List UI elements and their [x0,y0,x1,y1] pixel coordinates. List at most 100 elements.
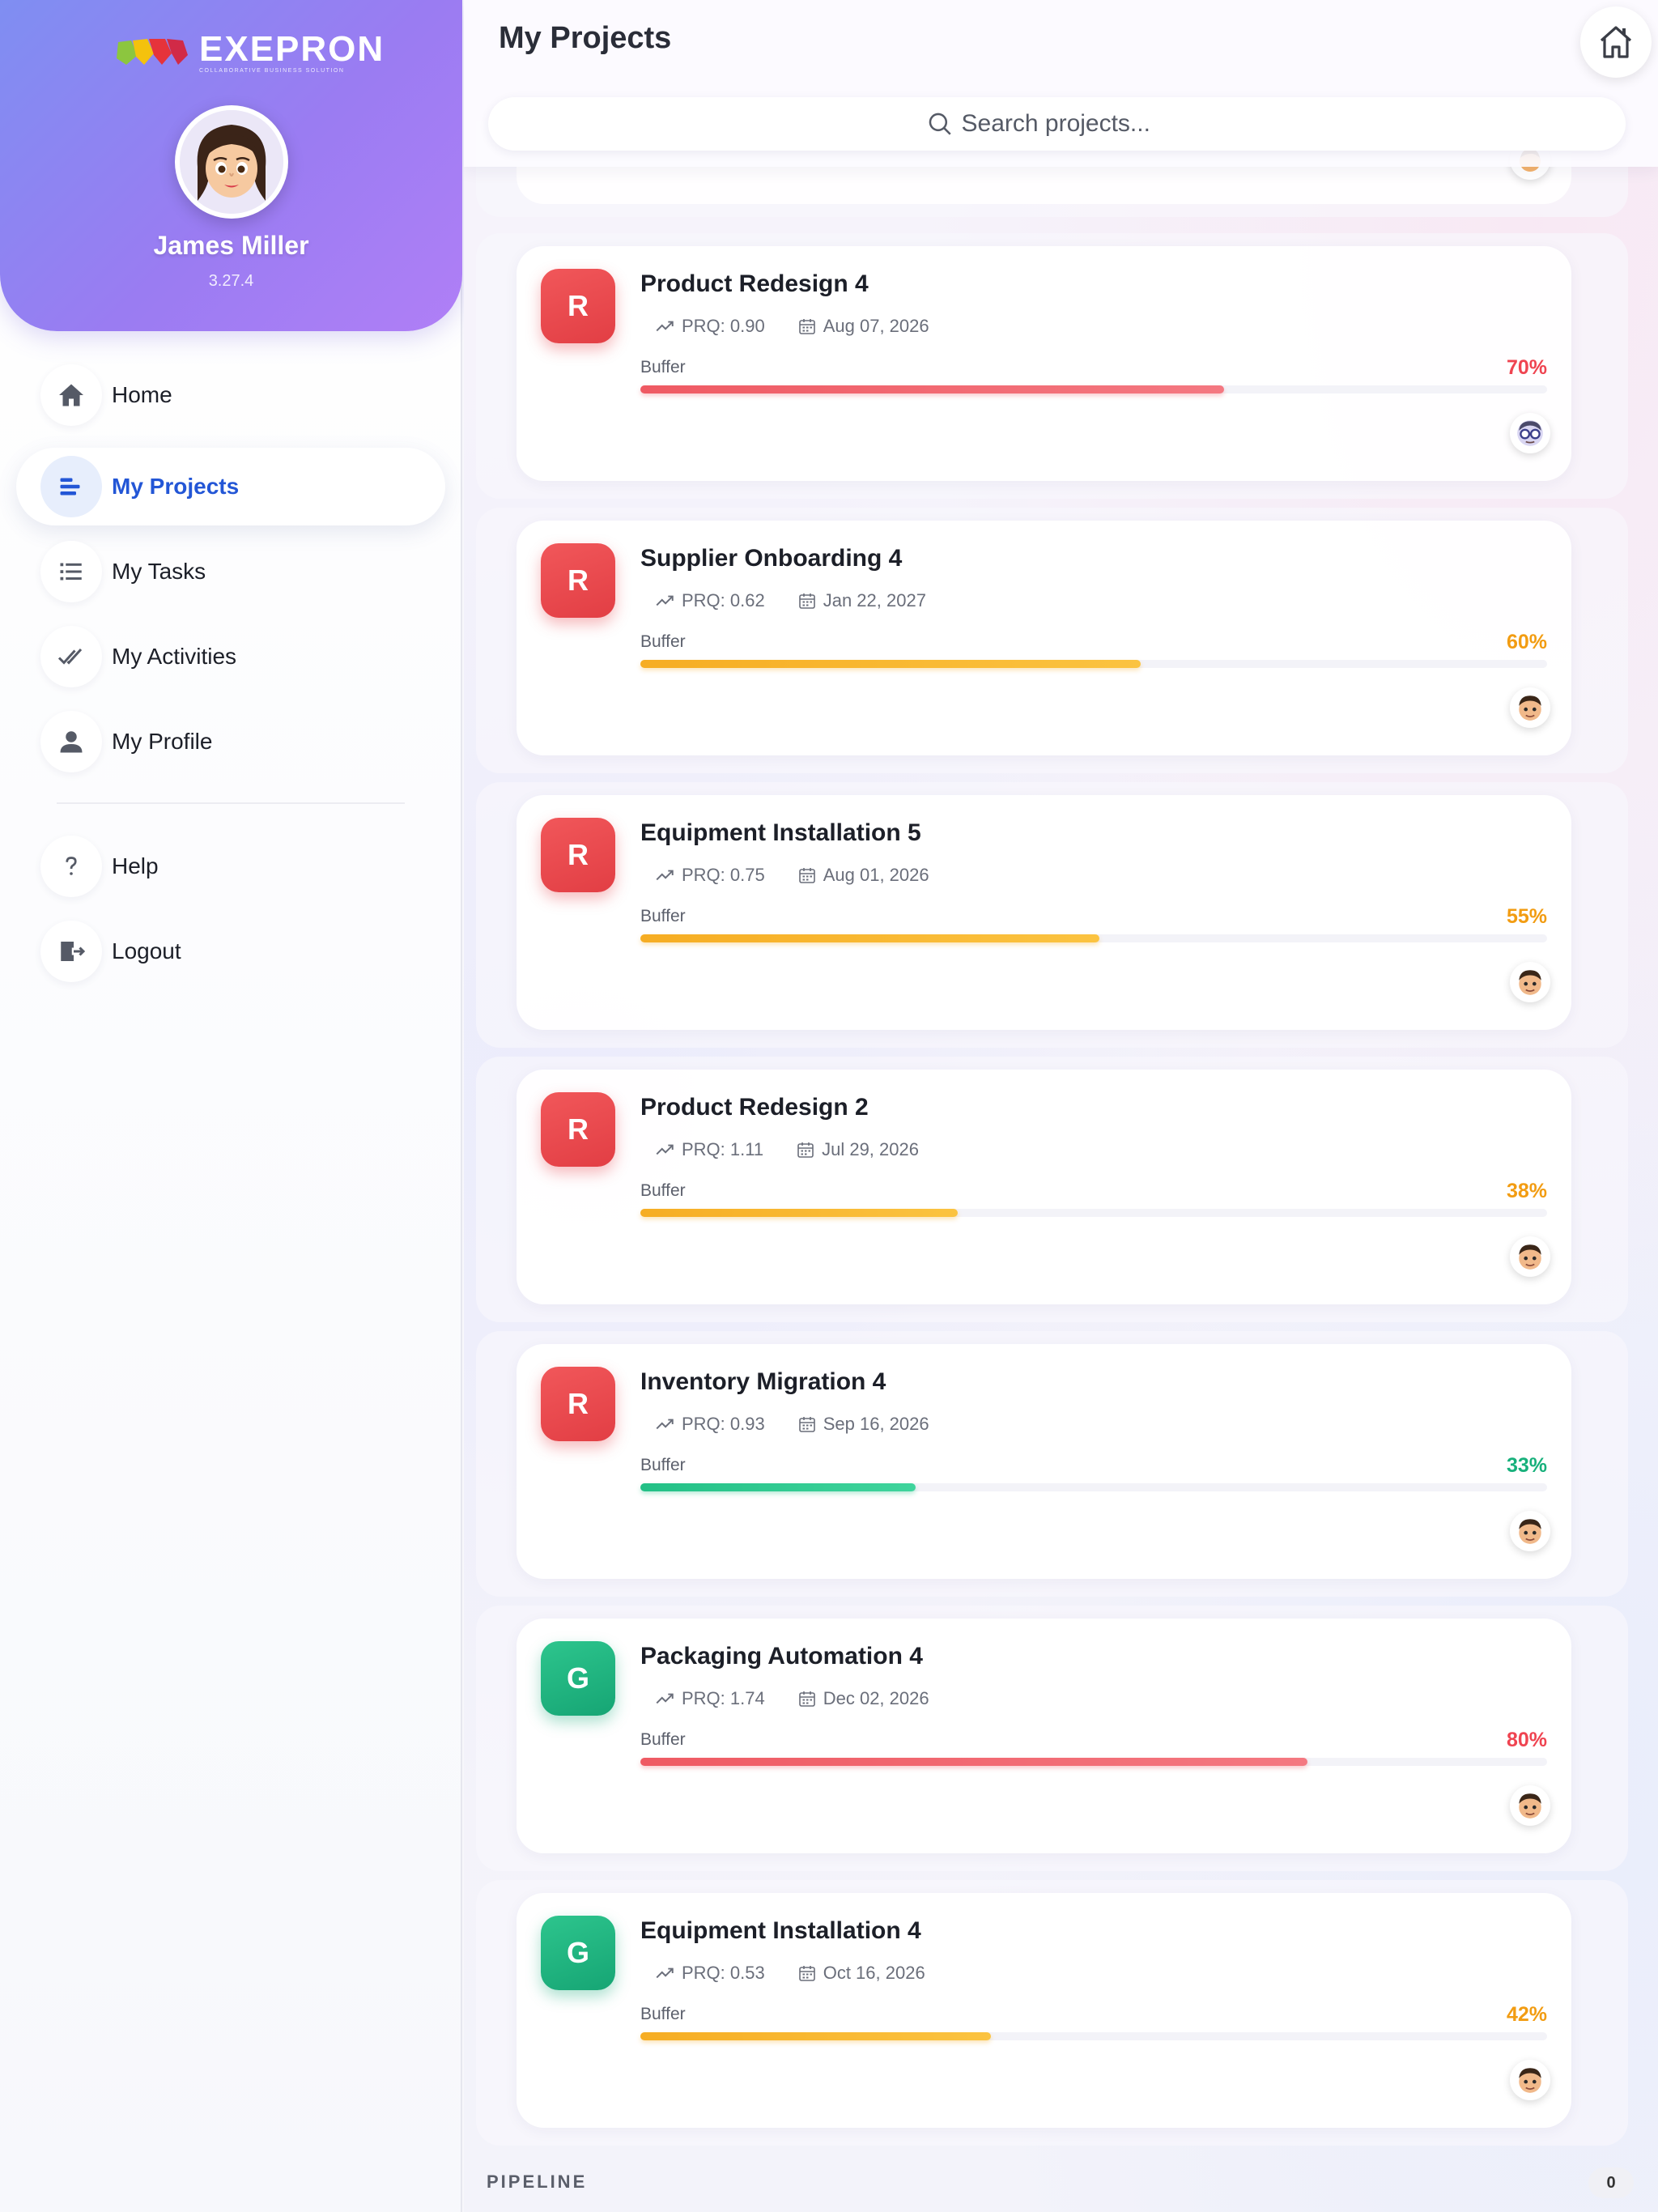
owner-avatar[interactable] [1510,1236,1550,1277]
user-name: James Miller [153,231,309,260]
prq-value: PRQ: 1.74 [682,1688,765,1708]
sidebar-item-home[interactable]: Home [16,356,445,434]
project-card-body[interactable]: R Product Redesign 4 PRQ: 0.90 Aug 07, 2… [517,246,1571,481]
date-value: Aug 01, 2026 [823,865,929,885]
project-card-body[interactable]: G Equipment Installation 4 PRQ: 0.53 Oct… [517,1893,1571,2128]
question-icon [66,857,77,875]
project-title: Product Redesign 4 [640,270,869,297]
calendar-icon [798,1691,815,1707]
date-value: Jan 22, 2027 [823,590,926,610]
avatar-man-icon [1519,1244,1541,1270]
project-card: R Supplier Onboarding 4 PRQ: 0.62 Jan 22… [476,508,1628,773]
avatar[interactable] [175,105,288,219]
prq-metric: PRQ: 0.90 [654,316,765,337]
sidebar-item-label: Logout [112,938,181,963]
project-meta: PRQ: 0.93 Sep 16, 2026 [654,1414,929,1435]
main-content: R Product Redesign 4 PRQ: 0.90 Aug 07, 2… [464,0,1658,2212]
home-outline-icon [1600,26,1632,58]
sidebar-item-my-projects[interactable]: My Projects [16,448,445,525]
project-status-badge: R [541,818,615,892]
buffer-progress-fill [640,1209,958,1217]
calendar-icon [798,868,815,883]
due-date: Sep 16, 2026 [797,1414,929,1435]
logo-mark-icon [117,39,188,65]
trend-icon [656,321,674,332]
owner-avatar[interactable] [1510,1785,1550,1826]
project-status-badge: G [541,1641,615,1716]
buffer-percent: 80% [1506,1729,1547,1751]
date-value: Dec 02, 2026 [823,1688,929,1708]
date-value: Jul 29, 2026 [822,1139,919,1159]
project-status-badge: R [541,1367,615,1441]
prq-metric: PRQ: 1.11 [654,1139,763,1160]
owner-avatar[interactable] [1510,413,1550,453]
project-card-body[interactable]: G Packaging Automation 4 PRQ: 1.74 Dec 0… [517,1619,1571,1853]
prq-value: PRQ: 0.93 [682,1414,765,1434]
prq-value: PRQ: 0.62 [682,590,765,610]
calendar-icon [798,319,815,334]
project-status-badge: R [541,269,615,343]
avatar-man-icon [1519,1793,1541,1819]
project-title: Inventory Migration 4 [640,1368,886,1395]
owner-avatar[interactable] [1510,1511,1550,1551]
buffer-percent: 38% [1506,1180,1547,1202]
owner-avatar[interactable] [1510,2060,1550,2100]
home-icon [59,384,83,406]
sidebar-item-logout[interactable]: Logout [16,912,445,990]
due-date: Jan 22, 2027 [797,590,926,611]
buffer-progress-track [640,385,1547,393]
buffer-percent: 42% [1506,2003,1547,2026]
prq-value: PRQ: 0.75 [682,865,765,885]
buffer-progress-fill [640,660,1141,668]
project-card: R Product Redesign 4 PRQ: 0.90 Aug 07, 2… [476,233,1628,499]
prq-value: PRQ: 0.53 [682,1963,765,1983]
avatar-man-icon [1519,970,1541,995]
sidebar-item-label: My Profile [112,729,213,754]
buffer-progress-fill [640,934,1099,942]
prq-metric: PRQ: 0.62 [654,590,765,611]
buffer-label: Buffer [640,1456,686,1474]
buffer-progress-track [640,934,1547,942]
project-card-body[interactable]: R Equipment Installation 5 PRQ: 0.75 Aug… [517,795,1571,1030]
search-input[interactable] [961,110,1188,138]
calendar-icon [798,1966,815,1981]
prq-metric: PRQ: 0.53 [654,1963,765,1984]
project-card-body[interactable]: R Product Redesign 2 PRQ: 1.11 Jul 29, 2… [517,1070,1571,1304]
search-bar[interactable] [488,97,1626,151]
sidebar-item-help[interactable]: Help [16,827,445,905]
sidebar-item-my-tasks[interactable]: My Tasks [16,533,445,610]
project-card-body[interactable]: R Supplier Onboarding 4 PRQ: 0.62 Jan 22… [517,521,1571,755]
projects-bars-icon [60,478,80,496]
avatar-man-icon [1519,696,1541,721]
project-title: Equipment Installation 4 [640,1917,921,1944]
project-meta: PRQ: 1.11 Jul 29, 2026 [654,1139,919,1160]
buffer-progress-fill [640,2032,991,2040]
calendar-icon [798,1417,815,1432]
sidebar-item-label: Help [112,853,159,878]
due-date: Aug 07, 2026 [797,316,929,337]
project-card-body[interactable]: R Inventory Migration 4 PRQ: 0.93 Sep 16… [517,1344,1571,1579]
home-button[interactable] [1580,6,1652,78]
date-value: Oct 16, 2026 [823,1963,925,1983]
owner-avatar[interactable] [1510,962,1550,1002]
list-icon [60,563,82,581]
header: My Projects [464,0,1658,167]
calendar-icon [798,593,815,609]
sidebar-item-my-activities[interactable]: My Activities [16,618,445,696]
buffer-label: Buffer [640,358,686,376]
avatar-man-icon [1519,1519,1541,1544]
sidebar-item-my-profile[interactable]: My Profile [16,703,445,781]
buffer-percent: 33% [1506,1454,1547,1477]
buffer-progress-track [640,660,1547,668]
project-card: G Equipment Installation 4 PRQ: 0.53 Oct… [476,1880,1628,2146]
date-value: Aug 07, 2026 [823,316,929,336]
avatar-glasses-icon [1517,420,1543,446]
project-title: Packaging Automation 4 [640,1643,923,1670]
calendar-icon [797,1142,814,1158]
sidebar-item-label: My Activities [112,644,237,669]
buffer-progress-track [640,1758,1547,1766]
pipeline-section-label: PIPELINE [487,2172,588,2192]
buffer-percent: 55% [1506,905,1547,928]
owner-avatar[interactable] [1510,687,1550,728]
person-icon [60,731,83,753]
